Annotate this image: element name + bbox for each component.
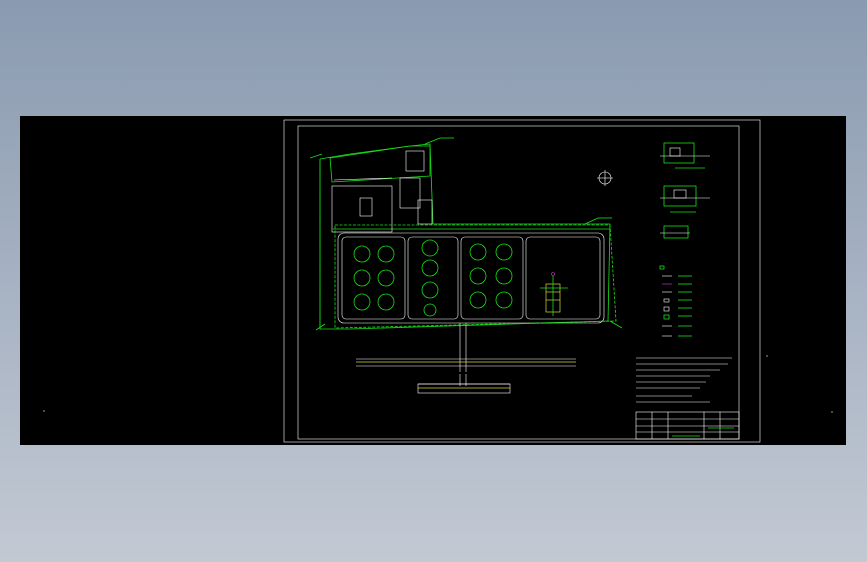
perimeter-fence (334, 224, 617, 329)
tank-array (353, 239, 513, 317)
detail-section-2 (660, 185, 710, 213)
notes-block (636, 357, 732, 403)
building-block (329, 145, 433, 233)
north-arrow-icon (597, 170, 613, 186)
detail-section-1 (660, 142, 710, 169)
site-boundary (319, 143, 611, 330)
title-block (635, 411, 740, 440)
stray-point (43, 410, 45, 412)
sheet-inner-border (297, 125, 740, 440)
leader-labels (309, 137, 623, 331)
legend (659, 265, 692, 337)
stray-point (831, 411, 833, 413)
equipment-stack (540, 272, 568, 316)
site-plan-drawing[interactable] (20, 116, 846, 445)
road-network (337, 232, 605, 394)
detail-section-3 (660, 225, 690, 239)
cad-viewport[interactable] (20, 116, 846, 445)
